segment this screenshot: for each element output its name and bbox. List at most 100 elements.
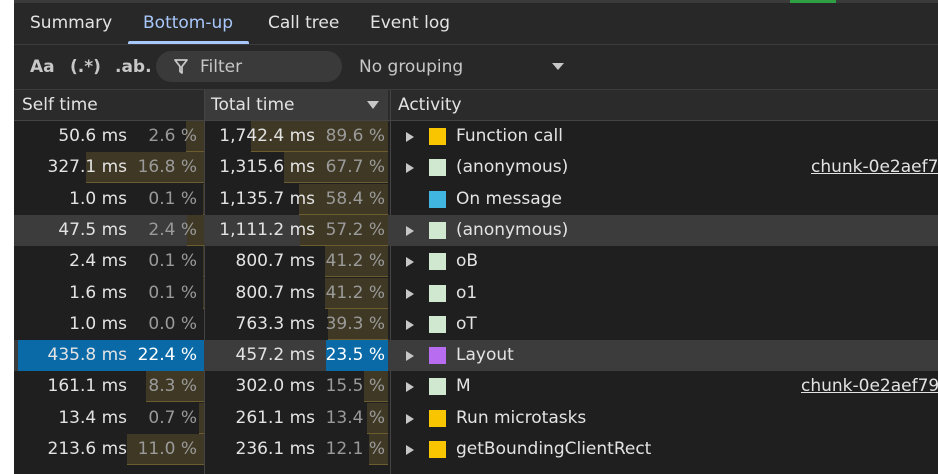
table-row[interactable]: 161.1 ms 8.3 % 302.0 ms 15.5 % Mchunk-0e2aef… xyxy=(14,371,938,403)
self-time-value: 1.6 ms xyxy=(69,282,127,303)
activity-name: (anonymous) xyxy=(456,219,569,240)
whole-word-button[interactable]: .ab. xyxy=(115,53,152,81)
filter-input[interactable] xyxy=(200,51,330,82)
total-time-percent: 89.6 % xyxy=(325,126,385,146)
self-time-value: 13.4 ms xyxy=(58,407,127,428)
expand-arrow-icon[interactable] xyxy=(406,132,414,142)
total-time-value: 457.2 ms xyxy=(235,345,316,366)
activity-column-header[interactable]: Activity xyxy=(398,90,462,120)
table-header: Self time Total time Activity xyxy=(14,90,938,121)
source-link[interactable]: chunk-0e2aef79a xyxy=(801,371,938,402)
self-time-value: 1.0 ms xyxy=(69,188,127,209)
total-time-percent: 12.1 % xyxy=(325,439,385,459)
filter-box xyxy=(156,51,342,82)
self-time-percent: 0.0 % xyxy=(148,313,197,334)
total-time-value: 1,742.4 ms xyxy=(219,126,315,146)
chevron-down-icon[interactable] xyxy=(552,63,564,70)
tab-bar: Summary Bottom-up Call tree Event log xyxy=(14,3,938,45)
total-time-header-label: Total time xyxy=(211,95,295,115)
category-color-swatch xyxy=(429,315,446,333)
total-time-column-header[interactable]: Total time xyxy=(205,90,388,120)
regex-button[interactable]: (.*) xyxy=(70,53,101,81)
expand-arrow-icon[interactable] xyxy=(406,445,414,455)
total-time-percent: 15.5 % xyxy=(325,376,385,397)
total-time-value: 1,315.6 ms xyxy=(219,157,315,178)
table-row[interactable]: 47.5 ms 2.4 % 1,111.2 ms 57.2 % (anonymous) xyxy=(14,214,938,246)
category-color-swatch xyxy=(429,441,446,458)
self-time-value: 327.1 ms xyxy=(47,157,128,178)
self-time-value: 213.6 ms xyxy=(47,439,128,459)
self-time-value: 2.4 ms xyxy=(69,251,127,272)
table-row[interactable]: 2.4 ms 0.1 % 800.7 ms 41.2 % oB xyxy=(14,246,938,278)
activity-name: Function call xyxy=(456,126,563,146)
self-time-value: 161.1 ms xyxy=(47,376,128,397)
tab-call-tree[interactable]: Call tree xyxy=(268,3,339,44)
total-time-value: 800.7 ms xyxy=(235,282,316,303)
activity-name: oT xyxy=(456,313,477,334)
expand-arrow-icon[interactable] xyxy=(406,382,414,393)
self-time-percent: 11.0 % xyxy=(137,439,197,459)
self-time-percent: 2.6 % xyxy=(148,126,197,146)
self-time-percent: 0.1 % xyxy=(148,251,197,272)
self-time-percent: 0.7 % xyxy=(148,407,197,428)
total-time-percent: 41.2 % xyxy=(325,251,385,272)
tab-bottom-up[interactable]: Bottom-up xyxy=(143,3,233,44)
tab-event-log[interactable]: Event log xyxy=(370,3,450,44)
self-time-percent: 16.8 % xyxy=(137,157,197,178)
total-time-percent: 58.4 % xyxy=(325,188,385,209)
table-row[interactable]: 435.8 ms 22.4 % 457.2 ms 23.5 % Layout xyxy=(14,340,938,372)
table-row[interactable]: 327.1 ms 16.8 % 1,315.6 ms 67.7 % (anonymous… xyxy=(14,152,938,184)
filter-toolbar: Aa (.*) .ab. No grouping xyxy=(14,45,938,90)
expand-arrow-icon[interactable] xyxy=(406,319,414,330)
activity-name: Run microtasks xyxy=(456,407,587,428)
self-time-bar xyxy=(199,402,204,434)
category-color-swatch xyxy=(429,378,446,396)
self-time-column-header[interactable]: Self time xyxy=(22,90,98,120)
category-color-swatch xyxy=(429,159,446,177)
tab-summary[interactable]: Summary xyxy=(30,3,112,44)
match-case-button[interactable]: Aa xyxy=(30,53,55,81)
total-time-value: 1,111.2 ms xyxy=(219,219,315,240)
total-time-value: 1,135.7 ms xyxy=(219,188,315,209)
category-color-swatch xyxy=(429,190,446,208)
category-color-swatch xyxy=(429,409,446,427)
table-row[interactable]: 213.6 ms 11.0 % 236.1 ms 12.1 % getBoundingC… xyxy=(14,434,938,465)
total-time-percent: 41.2 % xyxy=(325,282,385,303)
expand-arrow-icon[interactable] xyxy=(406,413,414,424)
expand-arrow-icon[interactable] xyxy=(406,257,414,268)
self-time-percent: 0.1 % xyxy=(148,188,197,209)
activity-name: On message xyxy=(456,188,562,209)
activity-name: o1 xyxy=(456,282,478,303)
table-row[interactable]: 1.0 ms 0.0 % 763.3 ms 39.3 % oT xyxy=(14,308,938,340)
self-time-bar xyxy=(203,183,204,215)
total-time-percent: 23.5 % xyxy=(325,345,385,366)
table-row[interactable]: 1.6 ms 0.1 % 800.7 ms 41.2 % o1 xyxy=(14,277,938,309)
self-time-value: 435.8 ms xyxy=(47,345,128,366)
total-time-value: 763.3 ms xyxy=(235,313,316,334)
table-row[interactable]: 13.4 ms 0.7 % 261.1 ms 13.4 % Run microtasks xyxy=(14,402,938,434)
activity-name: oB xyxy=(456,251,479,272)
grouping-select[interactable]: No grouping xyxy=(359,53,463,81)
expand-arrow-icon[interactable] xyxy=(406,351,414,362)
table-row[interactable]: 50.6 ms 2.6 % 1,742.4 ms 89.6 % Function cal… xyxy=(14,121,938,152)
category-color-swatch xyxy=(429,128,446,145)
total-time-percent: 39.3 % xyxy=(325,313,385,334)
sort-descending-icon xyxy=(367,101,379,109)
total-time-percent: 13.4 % xyxy=(325,407,385,428)
left-edge-strip xyxy=(0,0,14,474)
table-row[interactable]: 1.0 ms 0.1 % 1,135.7 ms 58.4 % On message xyxy=(14,183,938,215)
self-time-value: 50.6 ms xyxy=(58,126,127,146)
source-link[interactable]: chunk-0e2aef79 xyxy=(811,152,938,183)
self-time-bar xyxy=(203,246,204,278)
expand-arrow-icon[interactable] xyxy=(406,163,414,174)
total-time-value: 800.7 ms xyxy=(235,251,316,272)
category-color-swatch xyxy=(429,284,446,302)
expand-arrow-icon[interactable] xyxy=(406,288,414,299)
active-tab-indicator xyxy=(128,41,249,44)
activity-name: getBoundingClientRect xyxy=(456,439,652,459)
self-time-value: 1.0 ms xyxy=(69,313,127,334)
self-time-percent: 8.3 % xyxy=(148,376,197,397)
activity-name: M xyxy=(456,376,471,397)
expand-arrow-icon[interactable] xyxy=(406,225,414,236)
self-time-percent: 0.1 % xyxy=(148,282,197,303)
